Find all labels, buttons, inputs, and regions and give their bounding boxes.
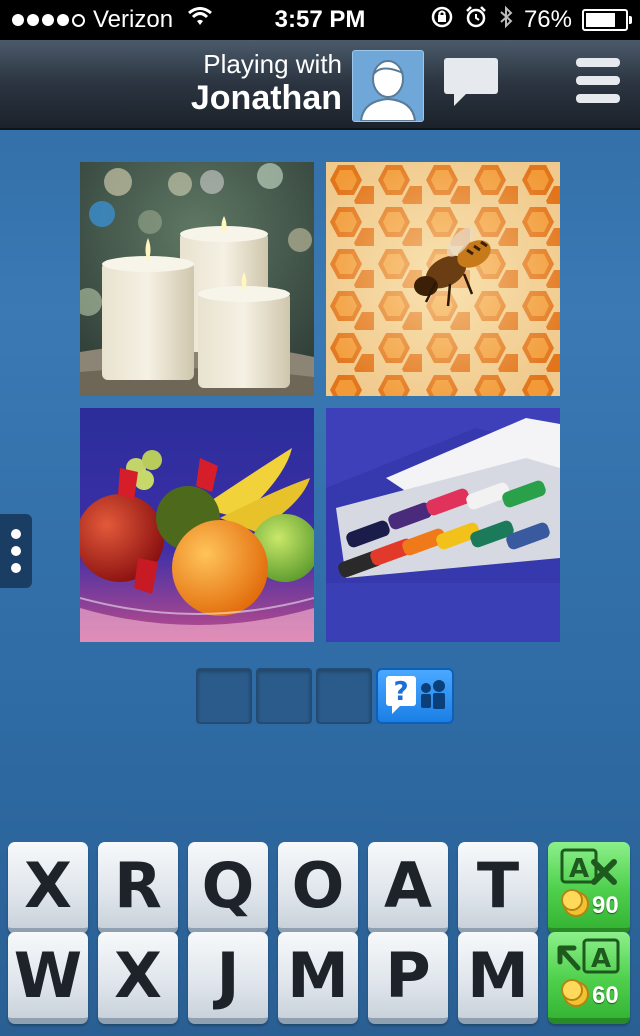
reveal-letter-button[interactable]: A 60 — [548, 932, 630, 1024]
answer-slot[interactable] — [316, 668, 372, 724]
remove-letters-button[interactable]: A 90 — [548, 842, 630, 934]
chat-bubble-icon — [444, 58, 498, 106]
opponent-name: Jonathan — [190, 79, 342, 117]
svg-text:A: A — [591, 944, 611, 974]
opponent-info: Playing with Jonathan — [191, 50, 342, 118]
letter-key[interactable]: T — [458, 842, 538, 934]
playing-with-label: Playing with — [203, 49, 342, 79]
letter-key[interactable]: Q — [188, 842, 268, 934]
puzzle-image-honeycomb[interactable] — [326, 162, 560, 396]
letter-key[interactable]: R — [98, 842, 178, 934]
bluetooth-icon — [498, 5, 514, 36]
wifi-icon — [187, 6, 213, 34]
remove-letters-cost: 90 — [592, 892, 619, 919]
letter-key[interactable]: O — [278, 842, 358, 934]
puzzle-image-candles[interactable] — [80, 162, 314, 396]
dot-icon — [11, 529, 21, 539]
puzzle-image-fruit[interactable] — [80, 408, 314, 642]
ask-friends-button[interactable]: ? — [376, 668, 454, 724]
battery-icon — [582, 9, 632, 31]
answer-slot[interactable] — [196, 668, 252, 724]
dot-icon — [11, 546, 21, 556]
orientation-lock-icon — [430, 5, 454, 36]
letter-key[interactable]: X — [98, 932, 178, 1024]
letter-key[interactable]: P — [368, 932, 448, 1024]
answer-slot[interactable] — [256, 668, 312, 724]
game-header: Playing with Jonathan — [0, 40, 640, 130]
status-bar: Verizon 3:57 PM 76% — [0, 0, 640, 40]
letter-key[interactable]: J — [188, 932, 268, 1024]
svg-text:?: ? — [393, 677, 408, 707]
letter-key[interactable]: M — [278, 932, 358, 1024]
letter-key[interactable]: M — [458, 932, 538, 1024]
ask-friends-icon: ? — [386, 676, 445, 714]
chat-button[interactable] — [442, 56, 500, 113]
opponent-avatar[interactable] — [352, 50, 424, 122]
puzzle-image-crayons[interactable] — [326, 408, 560, 642]
letter-key[interactable]: X — [8, 842, 88, 934]
alarm-icon — [464, 5, 488, 36]
signal-strength-icon — [12, 13, 85, 27]
dot-icon — [11, 563, 21, 573]
battery-percent: 76% — [523, 6, 572, 33]
letter-key[interactable]: A — [368, 842, 448, 934]
letter-key[interactable]: W — [8, 932, 88, 1024]
menu-button[interactable] — [574, 56, 622, 113]
user-silhouette-icon — [359, 60, 417, 121]
reveal-letter-cost: 60 — [592, 982, 619, 1009]
side-drawer-tab[interactable] — [0, 514, 32, 588]
hamburger-menu-icon — [576, 58, 620, 103]
carrier-name: Verizon — [93, 6, 174, 33]
svg-text:A: A — [569, 854, 589, 884]
